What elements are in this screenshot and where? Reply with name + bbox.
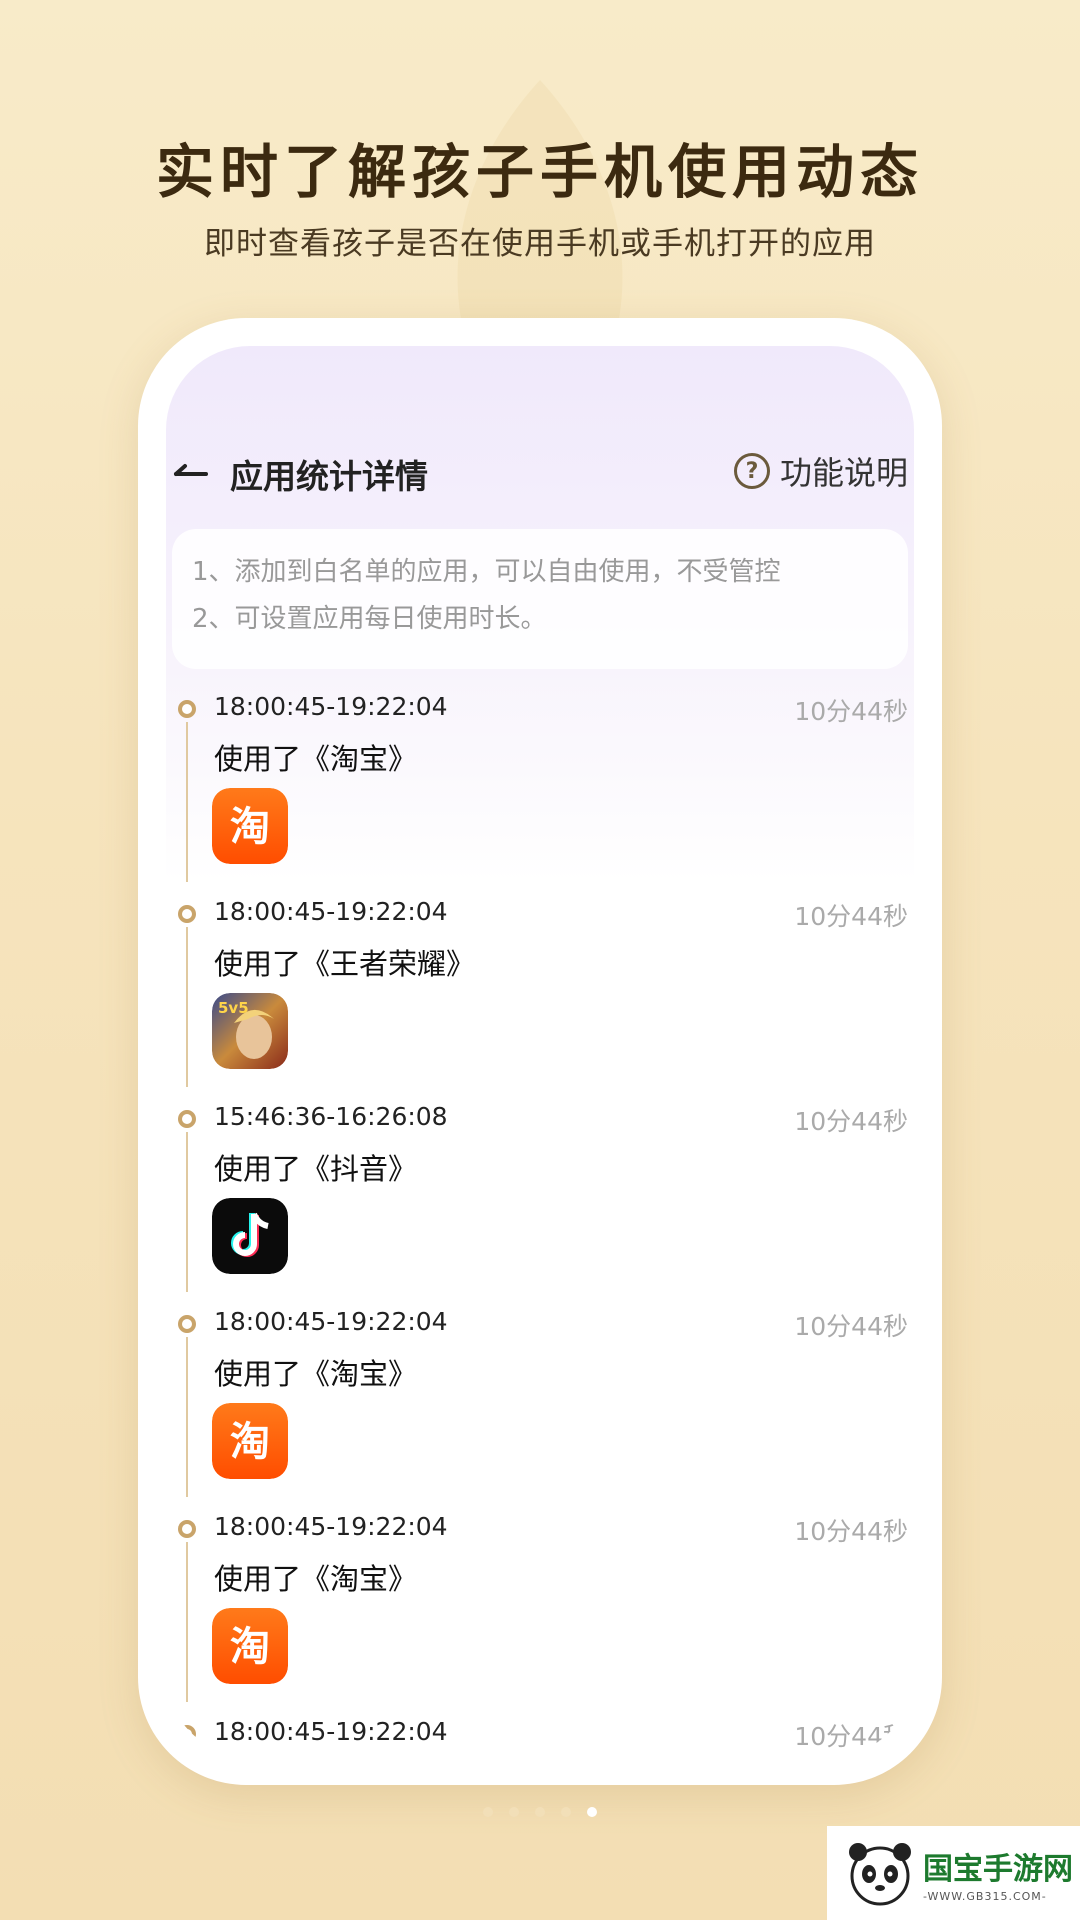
entry-duration: 10分44秒 [794, 697, 908, 726]
entry-used-app: 使用了《淘宝》 [214, 1562, 418, 1596]
back-arrow-icon[interactable] [172, 456, 212, 486]
help-button[interactable]: ? 功能说明 [733, 448, 908, 494]
icon-glyph: 淘 [230, 804, 270, 850]
entry-used-app: 使用了《王者荣耀》 [214, 947, 476, 981]
timeline-entry[interactable]: 18:00:45-19:22:04 10分44秒使用了《淘宝》淘 [166, 1291, 914, 1497]
entry-used-app: 使用了《淘宝》 [214, 1357, 418, 1391]
taobao-icon[interactable]: 淘 [212, 788, 288, 864]
entry-used-app: 使用了《抖音》 [214, 1152, 418, 1186]
douyin-icon[interactable] [212, 1198, 288, 1274]
phone-frame: 应用统计详情 ? 功能说明 1、添加到白名单的应用，可以自由使用，不受管控 2、… [138, 318, 942, 1785]
page-dot[interactable] [535, 1807, 545, 1817]
page-title: 应用统计详情 [230, 457, 428, 496]
icon-glyph: 淘 [230, 1419, 270, 1465]
entry-duration: 10分44秒 [794, 1312, 908, 1341]
taobao-icon[interactable]: 淘 [212, 1608, 288, 1684]
entry-duration: 10分44秒 [794, 1722, 908, 1751]
page-dot[interactable] [483, 1807, 493, 1817]
timeline-dot [178, 905, 196, 923]
entry-used-app: 使用了《淘宝》 [214, 742, 418, 776]
panda-logo-icon [849, 1843, 911, 1906]
entry-time-range: 15:46:36-16:26:08 [214, 1102, 448, 1131]
timeline-line [186, 1132, 188, 1292]
page-dot[interactable] [561, 1807, 571, 1817]
timeline-entry[interactable]: 15:46:36-16:26:08 10分44秒使用了《抖音》 [166, 1086, 914, 1292]
entry-time-range: 18:00:45-19:22:04 [214, 692, 448, 721]
timeline-dot [178, 700, 196, 718]
page-indicator [0, 1807, 1080, 1817]
icon-glyph: 5v5 [218, 999, 249, 1017]
notice-line-1: 1、添加到白名单的应用，可以自由使用，不受管控 [192, 557, 781, 587]
app-screen: 应用统计详情 ? 功能说明 1、添加到白名单的应用，可以自由使用，不受管控 2、… [166, 346, 914, 1757]
entry-duration: 10分44秒 [794, 1107, 908, 1136]
timeline-dot [178, 1520, 196, 1538]
timeline-entry[interactable]: 18:00:45-19:22:04 10分44秒使用了《淘宝》淘 [166, 676, 914, 882]
timeline-dot [178, 1725, 196, 1743]
timeline-entry[interactable]: 18:00:45-19:22:04 10分44秒使用了《淘宝》淘 [166, 1496, 914, 1702]
timeline-entry[interactable]: 18:00:45-19:22:04 10分44秒使用了《王者荣耀》 5v5 [166, 881, 914, 1087]
entry-duration: 10分44秒 [794, 902, 908, 931]
page-dot[interactable] [587, 1807, 597, 1817]
watermark-url: -WWW.GB315.COM- [923, 1889, 1047, 1903]
headline: 实时了解孩子手机使用动态 [155, 138, 924, 206]
watermark: 国宝手游网 -WWW.GB315.COM- [827, 1826, 1080, 1920]
honor-of-kings-icon[interactable]: 5v5 [212, 993, 288, 1069]
timeline-dot [178, 1315, 196, 1333]
timeline-dot [178, 1110, 196, 1128]
notice-card: 1、添加到白名单的应用，可以自由使用，不受管控 2、可设置应用每日使用时长。 [172, 529, 908, 669]
entry-time-range: 18:00:45-19:22:04 [214, 1717, 448, 1746]
timeline-line [186, 1542, 188, 1702]
taobao-icon[interactable]: 淘 [212, 1403, 288, 1479]
timeline-entry[interactable]: 18:00:45-19:22:0410分44秒使用了《淘宝》 [166, 1701, 914, 1757]
entry-duration: 10分44秒 [794, 1517, 908, 1546]
timeline-line [186, 722, 188, 882]
watermark-title: 国宝手游网 [923, 1851, 1073, 1887]
page-dot[interactable] [509, 1807, 519, 1817]
notice-line-2: 2、可设置应用每日使用时长。 [192, 604, 547, 634]
entry-time-range: 18:00:45-19:22:04 [214, 1307, 448, 1336]
subheadline: 即时查看孩子是否在使用手机或手机打开的应用 [204, 226, 876, 262]
entry-time-range: 18:00:45-19:22:04 [214, 897, 448, 926]
help-label: 功能说明 [779, 454, 908, 492]
timeline-line [186, 1337, 188, 1497]
icon-glyph: 淘 [230, 1624, 270, 1670]
question-circle-icon: ? [733, 453, 770, 489]
timeline-line [186, 927, 188, 1087]
entry-time-range: 18:00:45-19:22:04 [214, 1512, 448, 1541]
nav-bar: 应用统计详情 ? 功能说明 [166, 442, 914, 502]
